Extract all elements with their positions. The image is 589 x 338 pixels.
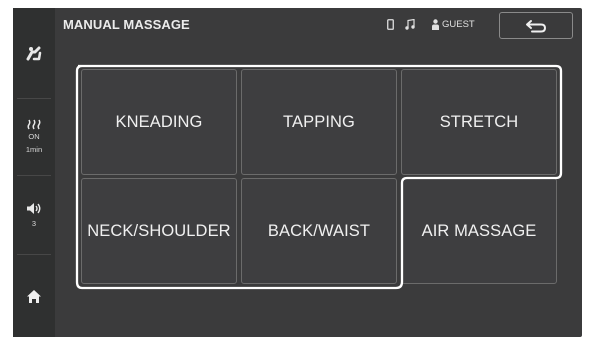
recline-seat-icon	[26, 46, 42, 61]
phone-status	[387, 19, 394, 30]
user-label: GUEST	[442, 19, 475, 30]
music-note-icon	[405, 19, 415, 30]
user-icon	[432, 19, 439, 30]
music-status	[405, 19, 415, 30]
sidebar: ON 1min 3	[13, 8, 55, 337]
heat-waves-icon	[27, 119, 41, 130]
back-waist-button[interactable]: BACK/WAIST	[241, 178, 397, 284]
sidebar-recline-button[interactable]	[13, 8, 55, 98]
user-status: GUEST	[432, 19, 475, 30]
neck-shoulder-button[interactable]: NECK/SHOULDER	[81, 178, 237, 284]
home-icon	[27, 289, 41, 303]
back-arrow-icon	[526, 19, 547, 32]
heat-status: ON	[28, 132, 40, 141]
massage-screen: ON 1min 3 MANUAL MASSAGE GUEST KNEADING …	[13, 8, 582, 337]
tapping-button[interactable]: TAPPING	[241, 69, 397, 175]
stretch-button[interactable]: STRETCH	[401, 69, 557, 175]
back-button[interactable]	[499, 12, 573, 39]
heat-time: 1min	[25, 145, 43, 154]
phone-icon	[387, 19, 394, 30]
speaker-icon	[27, 202, 41, 214]
kneading-button[interactable]: KNEADING	[81, 69, 237, 175]
sidebar-volume-button[interactable]: 3	[13, 176, 55, 254]
page-title: MANUAL MASSAGE	[63, 17, 190, 32]
sidebar-home-button[interactable]	[13, 255, 55, 337]
sidebar-heat-button[interactable]: ON 1min	[13, 99, 55, 175]
volume-level: 3	[31, 218, 37, 228]
air-massage-button[interactable]: AIR MASSAGE	[401, 178, 557, 284]
